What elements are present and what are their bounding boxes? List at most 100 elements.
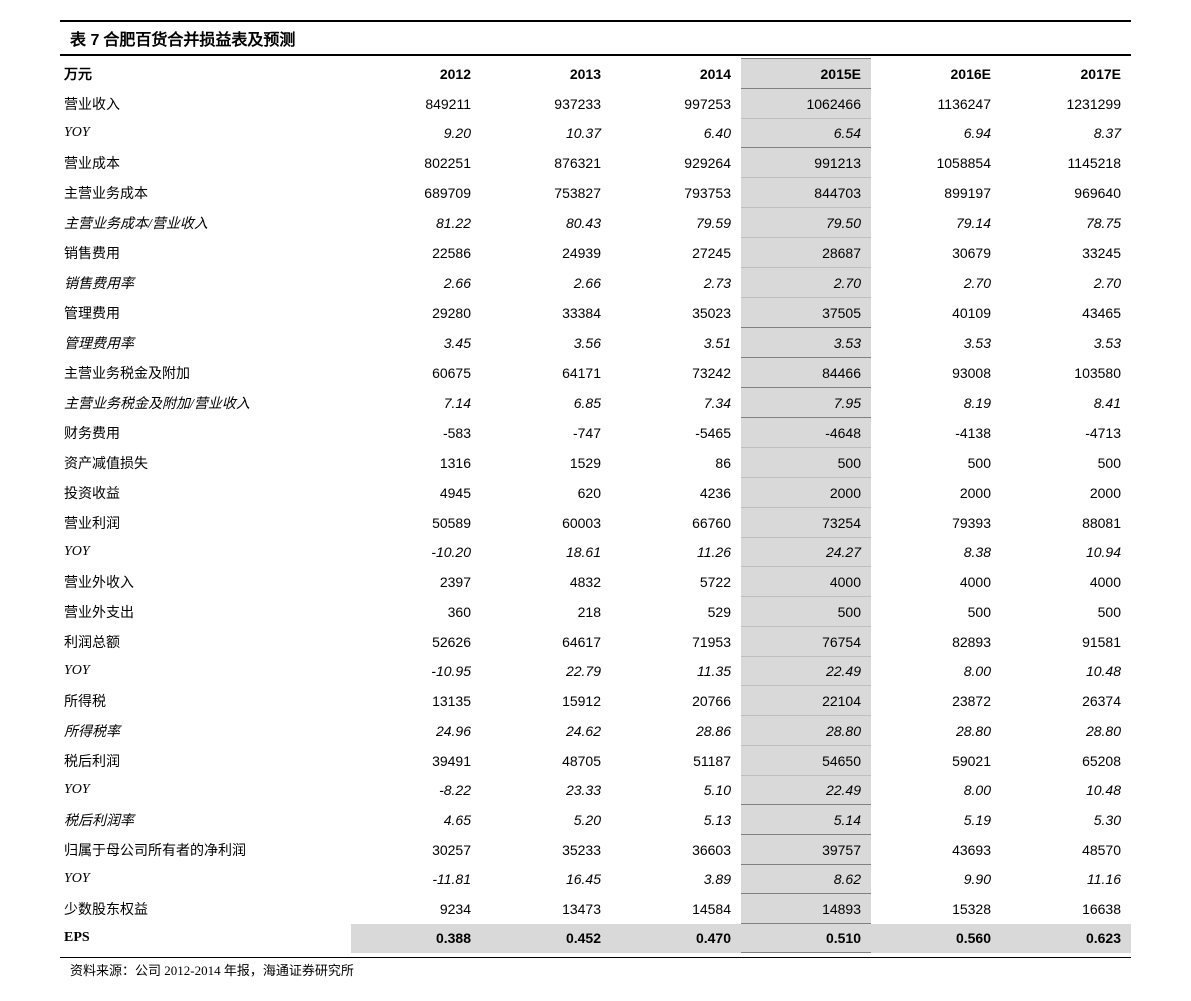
cell-y2012: 13135: [351, 686, 481, 716]
cell-y2013: 64617: [481, 627, 611, 657]
cell-label: 营业利润: [60, 508, 351, 538]
cell-y2017: 26374: [1001, 686, 1131, 716]
cell-y2015: 2.70: [741, 268, 871, 298]
cell-y2017: 969640: [1001, 178, 1131, 208]
cell-y2016: 9.90: [871, 865, 1001, 894]
cell-y2015: -4648: [741, 418, 871, 448]
cell-y2014: 997253: [611, 89, 741, 119]
cell-y2014: 529: [611, 597, 741, 627]
cell-label: 税后利润率: [60, 805, 351, 835]
cell-label: 营业外收入: [60, 567, 351, 597]
cell-y2012: 50589: [351, 508, 481, 538]
cell-y2017: 11.16: [1001, 865, 1131, 894]
cell-y2015: 84466: [741, 358, 871, 388]
cell-y2013: 10.37: [481, 119, 611, 148]
cell-y2013: 35233: [481, 835, 611, 865]
cell-y2017: 43465: [1001, 298, 1131, 328]
table-row: 所得税率24.9624.6228.8628.8028.8028.80: [60, 716, 1131, 746]
cell-label: YOY: [60, 119, 351, 148]
cell-y2016: 8.38: [871, 538, 1001, 567]
cell-y2015: 8.62: [741, 865, 871, 894]
cell-y2017: 48570: [1001, 835, 1131, 865]
cell-y2014: 35023: [611, 298, 741, 328]
cell-y2016: 28.80: [871, 716, 1001, 746]
cell-y2015: 844703: [741, 178, 871, 208]
cell-y2013: 24.62: [481, 716, 611, 746]
cell-label: YOY: [60, 538, 351, 567]
cell-y2013: 24939: [481, 238, 611, 268]
table-row: 税后利润率4.655.205.135.145.195.30: [60, 805, 1131, 835]
cell-y2013: 876321: [481, 148, 611, 178]
cell-label: 管理费用: [60, 298, 351, 328]
cell-y2016: 30679: [871, 238, 1001, 268]
table-row: 营业收入849211937233997253106246611362471231…: [60, 89, 1131, 119]
cell-y2016: 59021: [871, 746, 1001, 776]
cell-y2017: 33245: [1001, 238, 1131, 268]
col-2017: 2017E: [1001, 59, 1131, 89]
cell-y2017: 91581: [1001, 627, 1131, 657]
cell-y2014: 71953: [611, 627, 741, 657]
cell-y2015: 39757: [741, 835, 871, 865]
cell-y2013: 64171: [481, 358, 611, 388]
cell-y2015: 54650: [741, 746, 871, 776]
cell-y2014: -5465: [611, 418, 741, 448]
cell-y2016: 500: [871, 597, 1001, 627]
cell-y2014: 6.40: [611, 119, 741, 148]
cell-y2016: 23872: [871, 686, 1001, 716]
cell-y2013: 2.66: [481, 268, 611, 298]
table-row: 少数股东权益92341347314584148931532816638: [60, 894, 1131, 924]
cell-label: 税后利润: [60, 746, 351, 776]
cell-y2013: 6.85: [481, 388, 611, 418]
cell-label: 销售费用率: [60, 268, 351, 298]
cell-y2017: 88081: [1001, 508, 1131, 538]
cell-y2013: -747: [481, 418, 611, 448]
cell-y2012: 2397: [351, 567, 481, 597]
cell-y2015: 22104: [741, 686, 871, 716]
cell-y2017: 10.48: [1001, 657, 1131, 686]
cell-y2012: 9234: [351, 894, 481, 924]
cell-y2012: -10.20: [351, 538, 481, 567]
cell-label: 利润总额: [60, 627, 351, 657]
table-row: 主营业务税金及附加6067564171732428446693008103580: [60, 358, 1131, 388]
eps-row: EPS0.3880.4520.4700.5100.5600.623: [60, 924, 1131, 953]
cell-label: 主营业务成本: [60, 178, 351, 208]
cell-y2012: 4945: [351, 478, 481, 508]
cell-y2017: 10.94: [1001, 538, 1131, 567]
cell-label: 投资收益: [60, 478, 351, 508]
cell-y2012: 22586: [351, 238, 481, 268]
cell-y2014: 7.34: [611, 388, 741, 418]
cell-label: 主营业务税金及附加: [60, 358, 351, 388]
cell-y2012: 849211: [351, 89, 481, 119]
cell-y2014: 51187: [611, 746, 741, 776]
cell-y2012: 1316: [351, 448, 481, 478]
cell-y2016: 79.14: [871, 208, 1001, 238]
cell-y2017: 4000: [1001, 567, 1131, 597]
table-number: 表 7: [70, 32, 99, 49]
cell-y2015: 37505: [741, 298, 871, 328]
cell-label: 财务费用: [60, 418, 351, 448]
cell-y2012: 7.14: [351, 388, 481, 418]
cell-y2014: 86: [611, 448, 741, 478]
cell-label: 所得税率: [60, 716, 351, 746]
cell-y2012: 2.66: [351, 268, 481, 298]
table-row: 财务费用-583-747-5465-4648-4138-4713: [60, 418, 1131, 448]
cell-y2012: -8.22: [351, 776, 481, 805]
cell-y2017: 10.48: [1001, 776, 1131, 805]
cell-y2016: 8.19: [871, 388, 1001, 418]
cell-y2017: 28.80: [1001, 716, 1131, 746]
table-row: 管理费用292803338435023375054010943465: [60, 298, 1131, 328]
cell-y2017: 78.75: [1001, 208, 1131, 238]
cell-y2014: 5.13: [611, 805, 741, 835]
table-row: 资产减值损失1316152986500500500: [60, 448, 1131, 478]
cell-y2013: 22.79: [481, 657, 611, 686]
table-row: 销售费用225862493927245286873067933245: [60, 238, 1131, 268]
cell-y2015: 14893: [741, 894, 871, 924]
cell-y2012: 802251: [351, 148, 481, 178]
cell-y2017: 3.53: [1001, 328, 1131, 358]
cell-y2012: 24.96: [351, 716, 481, 746]
cell-y2012: 360: [351, 597, 481, 627]
unit-label: 万元: [60, 59, 351, 89]
cell-label: 主营业务税金及附加/营业收入: [60, 388, 351, 418]
cell-label: 销售费用: [60, 238, 351, 268]
table-row: 税后利润394914870551187546505902165208: [60, 746, 1131, 776]
